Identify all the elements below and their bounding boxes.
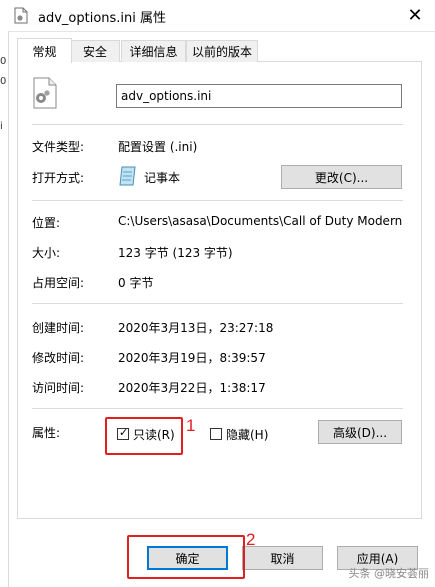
hidden-label[interactable]: 隐藏(H) [226,426,268,443]
annotation-box-2 [127,535,245,579]
background-fragment-text: i [0,121,3,132]
window-title: adv_options.ini 属性 [38,11,167,26]
annotation-box-1 [105,417,183,455]
divider [32,124,403,125]
watermark-text: 头条 @晓安荟丽 [348,567,430,580]
size-on-disk-value: 0 字节 [118,276,154,290]
tab-previous-versions[interactable]: 以前的版本 [186,40,258,62]
created-label: 创建时间: [32,321,85,335]
tab-label: 安全 [82,45,107,59]
close-button[interactable]: ✕ [395,0,435,31]
file-type-value: 配置设置 (.ini) [118,140,198,154]
tab-details[interactable]: 详细信息 [121,40,186,62]
file-icon [14,7,28,24]
accessed-label: 访问时间: [32,381,85,395]
tab-label: 以前的版本 [191,45,252,59]
background-window-fragment [0,31,9,587]
tab-general[interactable]: 常规 [17,38,72,63]
tab-label: 常规 [32,44,57,59]
location-label: 位置: [32,216,61,230]
change-button[interactable]: 更改(C)... [281,165,402,189]
open-with-value: 记事本 [144,171,181,185]
advanced-button[interactable]: 高级(D)... [318,420,402,444]
open-with-label: 打开方式: [32,171,85,185]
file-name-field[interactable]: adv_options.ini [116,84,402,108]
divider [32,408,403,409]
modified-label: 修改时间: [32,351,85,365]
size-value: 123 字节 (123 字节) [118,246,233,260]
divider [32,303,403,304]
accessed-value: 2020年3月22日，1:38:17 [118,381,266,395]
location-value: C:\Users\asasa\Documents\Call of Duty Mo… [118,214,403,228]
tab-label: 详细信息 [129,45,178,59]
ini-file-icon [32,77,58,109]
size-on-disk-label: 占用空间: [32,276,85,290]
annotation-number-2: 2 [246,530,256,549]
background-fragment-text: 0 [0,76,7,87]
background-fragment-text: 0 [0,56,7,67]
modified-value: 2020年3月19日，8:39:57 [118,351,266,365]
divider [32,200,403,201]
attributes-label: 属性: [32,426,61,440]
annotation-number-1: 1 [186,416,196,435]
file-type-label: 文件类型: [32,140,85,154]
created-value: 2020年3月13日，23:27:18 [118,321,274,335]
tab-security[interactable]: 安全 [70,40,120,62]
close-icon: ✕ [407,5,423,26]
size-label: 大小: [32,246,61,260]
notepad-icon [118,165,138,187]
hidden-checkbox[interactable] [210,428,222,440]
